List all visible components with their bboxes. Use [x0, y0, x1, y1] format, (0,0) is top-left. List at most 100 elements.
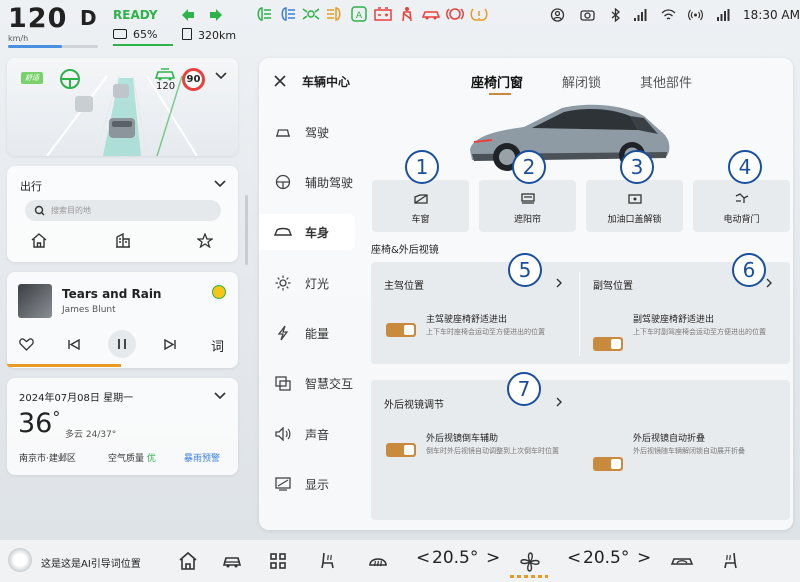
- music-progress: [7, 364, 121, 367]
- music-card[interactable]: Tears and Rain James Blunt 词: [7, 272, 238, 368]
- tab-seat-window[interactable]: 座椅门窗: [471, 72, 523, 91]
- active-tab-underline: [489, 93, 511, 95]
- temp-left-decrease[interactable]: <: [416, 548, 430, 568]
- location: 南京市·建邺区: [19, 454, 76, 464]
- previous-icon[interactable]: [68, 339, 80, 350]
- sidebar-item-body[interactable]: 车身: [259, 214, 355, 250]
- interaction-icon: [275, 375, 291, 391]
- fan-level-indicator: [510, 575, 548, 578]
- chevron-down-icon[interactable]: [214, 180, 226, 188]
- tailgate-button[interactable]: 电动背门: [693, 180, 790, 232]
- sidebar-item-sound[interactable]: 声音: [271, 416, 371, 452]
- defrost-icon[interactable]: [368, 551, 388, 571]
- company-icon[interactable]: [115, 233, 131, 248]
- car-body-icon: [274, 227, 292, 236]
- user-icon[interactable]: [550, 8, 565, 22]
- headlight-icon: [257, 7, 271, 21]
- phone-signal-icon: [717, 9, 730, 21]
- seat-heat-left-icon[interactable]: [318, 551, 338, 571]
- temp-right-value: 20.5°: [583, 548, 630, 568]
- weather-card[interactable]: 2024年07月08日 星期一 36° 多云 24/37° 南京市·建邺区 空气…: [7, 378, 238, 475]
- left-scrollbar[interactable]: [245, 195, 248, 265]
- sidebar-item-interaction[interactable]: 智慧交互: [271, 365, 371, 401]
- temp-right-decrease[interactable]: <: [567, 548, 581, 568]
- lane-assist-icon: [60, 69, 80, 89]
- light-icon: [275, 275, 291, 291]
- home-icon[interactable]: [178, 551, 198, 571]
- speed-limit-sign: 90: [182, 68, 205, 91]
- sidebar-item-assist[interactable]: 辅助驾驶: [271, 164, 371, 200]
- sidebar-item-light[interactable]: 灯光: [271, 265, 371, 301]
- clock: 18:30 AM: [743, 8, 800, 22]
- marker-6: 6: [732, 253, 766, 287]
- favorite-icon[interactable]: [197, 233, 213, 248]
- bluetooth-icon[interactable]: [608, 8, 623, 22]
- chevron-down-icon[interactable]: [214, 392, 226, 400]
- car-fault-icon: [421, 11, 441, 20]
- close-icon[interactable]: [274, 75, 286, 87]
- chevron-right-icon[interactable]: [766, 278, 772, 288]
- sidebar-label: 声音: [305, 427, 330, 442]
- mirror-fold-toggle[interactable]: [593, 457, 623, 471]
- passenger-seat-title[interactable]: 副驾位置: [593, 277, 633, 292]
- chevron-right-icon[interactable]: [556, 278, 562, 288]
- temp-right-increase[interactable]: >: [637, 548, 651, 568]
- driver-easy-entry-toggle[interactable]: [386, 323, 416, 337]
- aqi-label: 空气质量: [108, 454, 145, 464]
- ai-hint-text[interactable]: 这是这是AI引导词位置: [41, 555, 141, 570]
- hotspot-icon: [688, 9, 703, 21]
- sidebar-label: 显示: [305, 477, 330, 492]
- range-value: 320km: [198, 29, 237, 42]
- next-icon[interactable]: [164, 339, 176, 350]
- tab-lock[interactable]: 解闭锁: [562, 72, 601, 91]
- svg-text:A: A: [356, 11, 363, 21]
- camera-icon[interactable]: [580, 8, 595, 22]
- sidebar-item-display[interactable]: 显示: [271, 466, 371, 502]
- fuel-door-button[interactable]: 加油口盖解锁: [586, 180, 683, 232]
- driver-seat-title[interactable]: 主驾位置: [384, 277, 424, 292]
- mirror-reverse-toggle[interactable]: [386, 443, 416, 457]
- mirror-reverse-title: 外后视镜倒车辅助: [426, 434, 499, 444]
- sidebar-item-energy[interactable]: 能量: [271, 315, 371, 351]
- heart-icon[interactable]: [19, 338, 34, 351]
- chevron-right-icon[interactable]: [556, 397, 562, 407]
- navigation-card[interactable]: 出行 搜索目的地: [7, 166, 238, 262]
- mirror-fold-desc: 外后视镜随车辆解闭锁自动展开折叠: [633, 447, 745, 455]
- passenger-easy-entry-title: 副驾驶座椅舒适进出: [633, 315, 715, 325]
- steering-wheel-icon: [276, 129, 290, 137]
- marker-1: 1: [405, 150, 439, 184]
- tab-other-parts[interactable]: 其他部件: [640, 72, 692, 91]
- tire-pressure-icon: [470, 8, 488, 21]
- vehicle-icon[interactable]: [222, 551, 242, 571]
- music-app-icon[interactable]: [212, 285, 226, 299]
- temp-left-increase[interactable]: >: [486, 548, 500, 568]
- fan-icon[interactable]: [519, 551, 541, 573]
- chevron-down-icon[interactable]: [215, 72, 227, 80]
- sunshade-button[interactable]: 遮阳帘: [479, 180, 576, 232]
- vehicle-center-panel: 车辆中心 驾驶 辅助驾驶 车身 灯光 能量 智慧交互 声音 显示 座椅门窗 解闭…: [259, 58, 793, 530]
- air-quality: 空气质量 优: [108, 451, 156, 464]
- marker-5: 5: [508, 253, 542, 287]
- adas-card[interactable]: 舒适 120 90: [7, 58, 238, 156]
- passenger-easy-entry-toggle[interactable]: [593, 337, 623, 351]
- weather-alert[interactable]: 暴雨预警: [184, 451, 220, 464]
- aqi-value: 优: [146, 454, 156, 464]
- seat-heat-right-icon[interactable]: [720, 551, 740, 571]
- pause-icon: [118, 339, 126, 349]
- marker-4: 4: [728, 150, 762, 184]
- left-turn-icon: [182, 9, 194, 21]
- search-input[interactable]: 搜索目的地: [25, 200, 221, 221]
- seat-section: 主驾位置 主驾驶座椅舒适进出 上下车时座椅会运动至方便进出的位置 副驾位置 副驾…: [371, 262, 790, 364]
- play-pause-button[interactable]: [108, 330, 136, 358]
- ai-assistant-orb[interactable]: [8, 548, 32, 572]
- air-recirculation-icon[interactable]: [670, 551, 694, 571]
- driver-easy-entry-desc: 上下车时座椅会运动至方便进出的位置: [426, 328, 545, 336]
- home-icon[interactable]: [31, 233, 47, 248]
- apps-grid-icon[interactable]: [268, 551, 288, 571]
- sidebar-item-drive[interactable]: 驾驶: [271, 114, 371, 150]
- mirror-title[interactable]: 外后视镜调节: [384, 396, 444, 411]
- window-icon: [413, 194, 428, 204]
- window-button[interactable]: 车窗: [372, 180, 469, 232]
- panel-title: 车辆中心: [302, 75, 351, 89]
- lyrics-button[interactable]: 词: [211, 336, 224, 355]
